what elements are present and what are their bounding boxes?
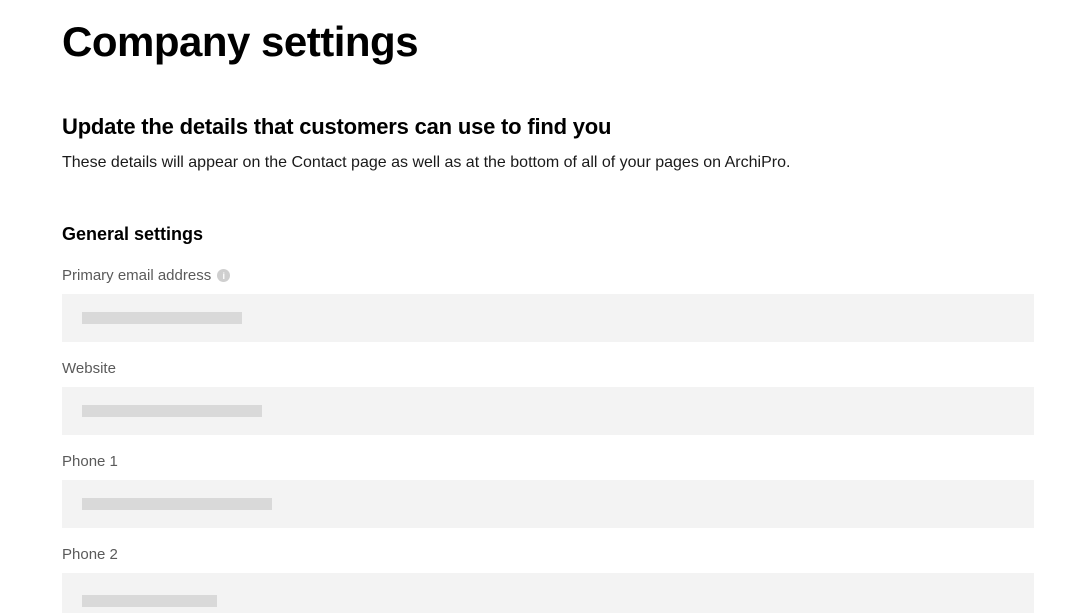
page-title: Company settings xyxy=(62,18,1034,66)
phone1-label: Phone 1 xyxy=(62,453,118,470)
phone2-input[interactable] xyxy=(62,573,1034,613)
website-input[interactable] xyxy=(62,387,1034,435)
general-settings-heading: General settings xyxy=(62,224,1034,245)
redacted-value xyxy=(82,312,242,324)
email-label: Primary email address xyxy=(62,267,211,284)
website-label: Website xyxy=(62,360,116,377)
redacted-value xyxy=(82,498,272,510)
email-input[interactable] xyxy=(62,294,1034,342)
phone2-field-group: Phone 2 xyxy=(62,546,1034,613)
website-field-group: Website xyxy=(62,360,1034,435)
page-description: These details will appear on the Contact… xyxy=(62,154,1034,172)
phone1-input[interactable] xyxy=(62,480,1034,528)
page-subtitle: Update the details that customers can us… xyxy=(62,114,1034,140)
redacted-value xyxy=(82,405,262,417)
info-icon[interactable]: i xyxy=(217,269,230,282)
phone2-label: Phone 2 xyxy=(62,546,118,563)
email-field-group: Primary email address i xyxy=(62,267,1034,342)
redacted-value xyxy=(82,595,217,607)
phone1-field-group: Phone 1 xyxy=(62,453,1034,528)
